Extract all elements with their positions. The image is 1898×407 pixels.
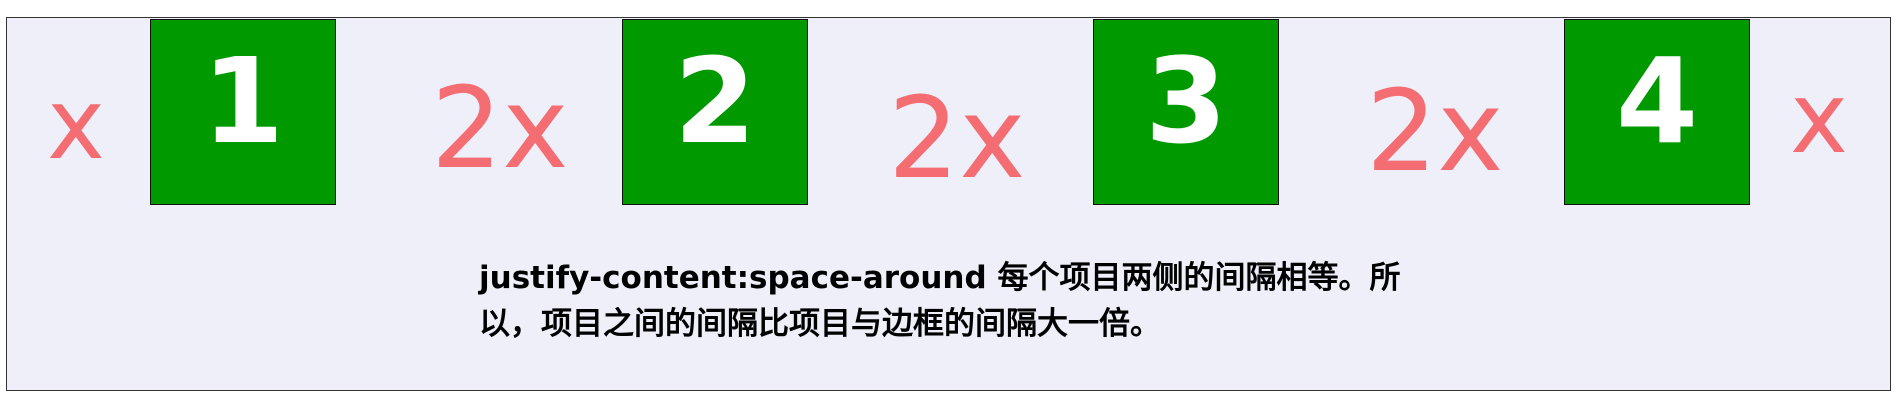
gap-label-between-2-3: 2x bbox=[888, 74, 1026, 204]
flex-item-4: 4 bbox=[1564, 19, 1750, 205]
explanation-caption: justify-content:space-around 每个项目两侧的间隔相等… bbox=[479, 260, 1401, 342]
flex-item-3: 3 bbox=[1093, 19, 1279, 205]
gap-label-edge-left: x bbox=[47, 68, 105, 182]
gap-label-between-1-2: 2x bbox=[431, 64, 569, 194]
gap-label-between-3-4: 2x bbox=[1366, 67, 1504, 197]
gap-label-edge-right: x bbox=[1790, 62, 1848, 176]
flex-item-4-label: 4 bbox=[1615, 32, 1699, 170]
flex-item-3-label: 3 bbox=[1144, 32, 1228, 170]
flex-container: x 1 2x 2 2x 3 2x 4 x justify-content:spa… bbox=[6, 17, 1891, 391]
flex-item-1: 1 bbox=[150, 19, 336, 205]
flex-item-2-label: 2 bbox=[673, 32, 757, 170]
flex-item-2: 2 bbox=[622, 19, 808, 205]
flex-item-1-label: 1 bbox=[201, 32, 285, 170]
